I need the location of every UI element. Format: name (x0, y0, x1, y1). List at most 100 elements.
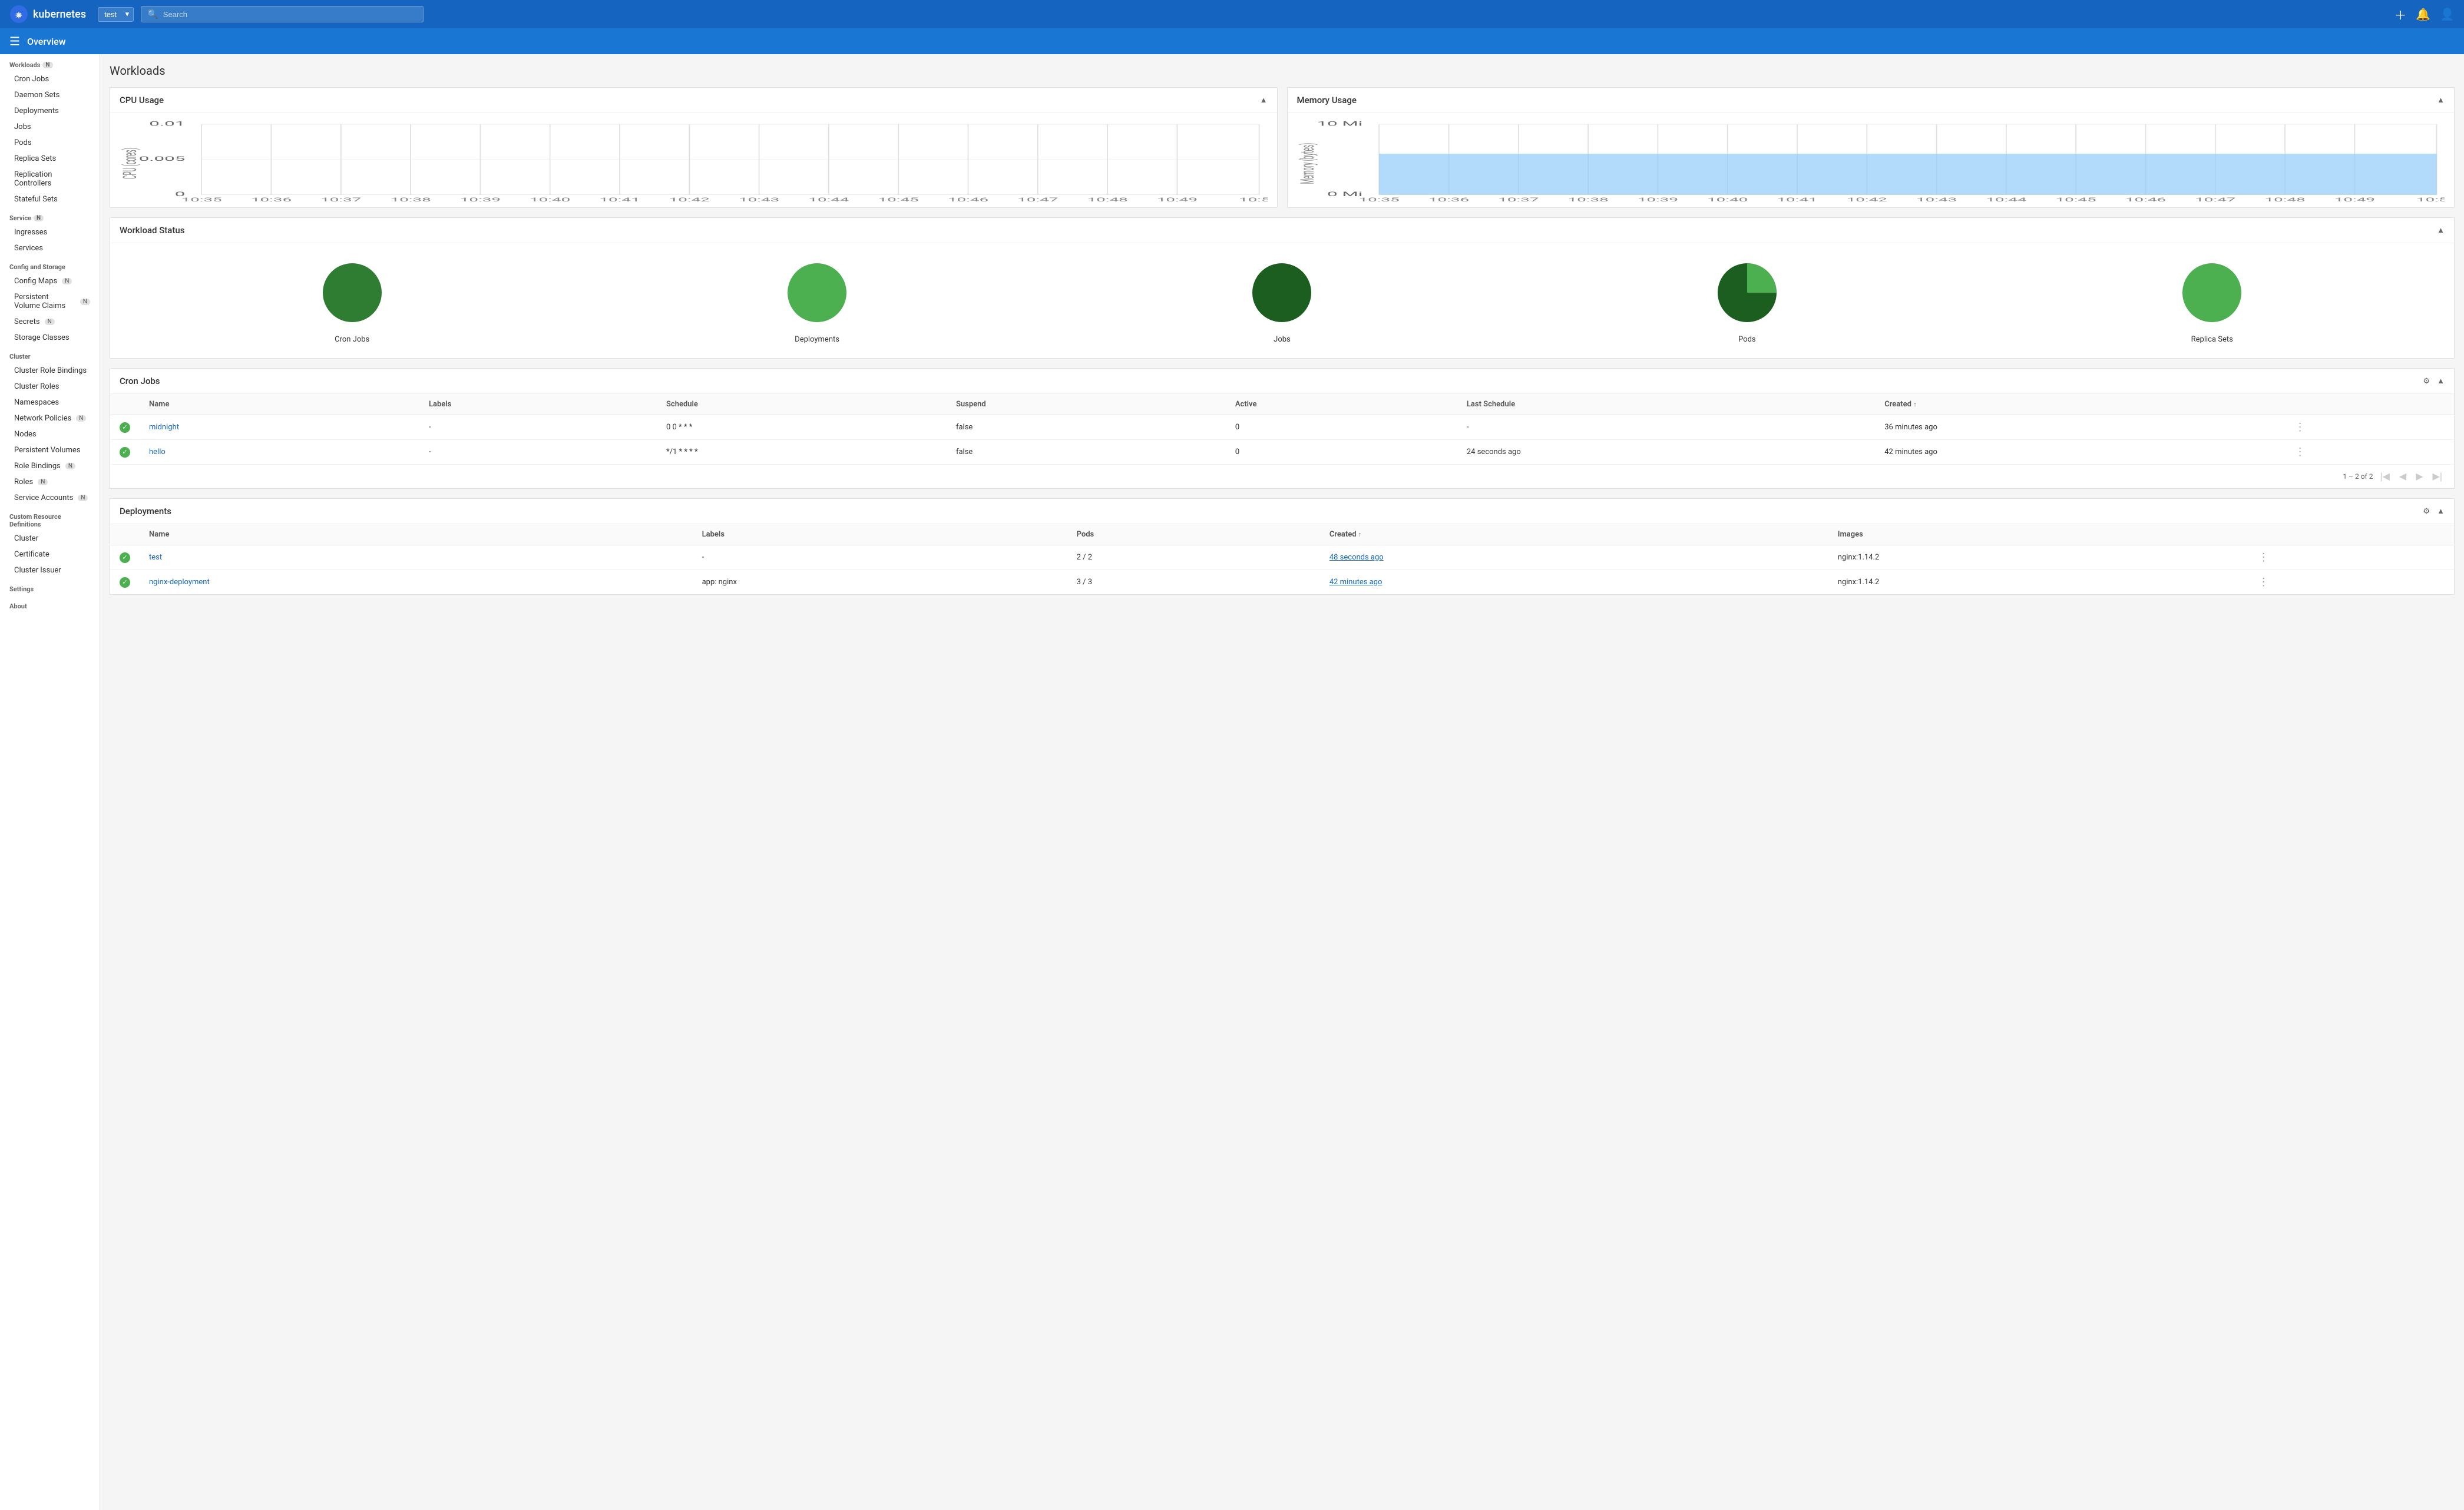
overview-label: Overview (27, 36, 66, 47)
sidebar-item-cluster-role-bindings[interactable]: Cluster Role Bindings (0, 363, 100, 379)
cron-job-midnight-link[interactable]: midnight (149, 423, 179, 432)
sidebar-item-certificate[interactable]: Certificate (0, 547, 100, 562)
search-input[interactable] (163, 10, 417, 19)
cron-jobs-filter-icon[interactable]: ⚙ (2423, 377, 2430, 386)
th-active: Active (1226, 394, 1457, 415)
sidebar-item-service-accounts[interactable]: Service Accounts N (0, 490, 100, 506)
svg-text:10:48: 10:48 (1087, 197, 1127, 203)
sidebar-item-secrets[interactable]: Secrets N (0, 314, 100, 330)
table-row: ✓ test - 2 / 2 48 seconds ago nginx:1.14… (110, 545, 2454, 570)
user-button[interactable]: 👤 (2440, 7, 2455, 22)
svg-text:10:35: 10:35 (181, 197, 222, 203)
add-button[interactable]: ＋ (2394, 6, 2406, 23)
more-icon[interactable]: ⋮ (2258, 551, 2269, 564)
th-created[interactable]: Created ↑ (1875, 394, 2285, 415)
sidebar-item-cluster-roles[interactable]: Cluster Roles (0, 379, 100, 395)
dep-row-more[interactable]: ⋮ (2249, 570, 2454, 595)
workload-status-collapse-icon[interactable]: ▲ (2437, 226, 2445, 235)
sidebar-item-jobs[interactable]: Jobs (0, 119, 100, 135)
prev-page-btn[interactable]: ◀ (2397, 469, 2409, 484)
dep-row-pods: 2 / 2 (1067, 545, 1320, 570)
sidebar-item-services[interactable]: Services (0, 240, 100, 256)
th-dep-created[interactable]: Created ↑ (1320, 524, 1828, 545)
dep-test-created-link[interactable]: 48 seconds ago (1329, 553, 1384, 562)
svg-text:10:48: 10:48 (2264, 197, 2305, 203)
row-name: hello (140, 440, 419, 465)
sidebar-item-cluster-issuer[interactable]: Cluster Issuer (0, 562, 100, 578)
svg-text:10:46: 10:46 (2125, 197, 2165, 203)
sidebar-item-replication-controllers[interactable]: Replication Controllers (0, 167, 100, 191)
svg-text:10:43: 10:43 (739, 197, 779, 203)
donut-deployments: Deployments (782, 257, 852, 344)
cron-jobs-card-header: Cron Jobs ⚙ ▲ (110, 369, 2454, 394)
svg-text:10:44: 10:44 (1986, 197, 2027, 203)
row-more[interactable]: ⋮ (2286, 440, 2454, 465)
memory-chart-header: Memory Usage ▲ (1288, 88, 2455, 113)
memory-chart-area: 10 Mi 0 Mi Memory (bytes) (1288, 113, 2455, 207)
sidebar-item-nodes[interactable]: Nodes (0, 426, 100, 442)
sidebar-item-crd-cluster[interactable]: Cluster (0, 531, 100, 547)
search-icon: 🔍 (147, 9, 158, 19)
top-nav-right: ＋ 🔔 👤 (2394, 6, 2455, 23)
more-icon[interactable]: ⋮ (2258, 576, 2269, 588)
sidebar-item-stateful-sets[interactable]: Stateful Sets (0, 191, 100, 207)
deployments-collapse-icon[interactable]: ▲ (2437, 506, 2445, 516)
sidebar-section-about[interactable]: About (0, 595, 100, 612)
th-name-label[interactable]: Name (140, 394, 419, 415)
sidebar-item-persistent-volumes[interactable]: Persistent Volumes (0, 442, 100, 458)
sidebar-item-deployments[interactable]: Deployments (0, 103, 100, 119)
content: Workloads CPU Usage ▲ 0.01 0.005 0 CPU (… (100, 54, 2464, 1510)
dep-row-status: ✓ (110, 570, 140, 595)
dep-row-pods: 3 / 3 (1067, 570, 1320, 595)
namespace-select[interactable]: test (98, 7, 134, 22)
row-schedule: */1 * * * * (657, 440, 947, 465)
memory-collapse-icon[interactable]: ▲ (2437, 95, 2445, 105)
sidebar-item-namespaces[interactable]: Namespaces (0, 395, 100, 410)
dep-status-check-icon: ✓ (120, 577, 130, 588)
deployments-donut-svg (782, 257, 852, 328)
sidebar-item-storage-classes[interactable]: Storage Classes (0, 330, 100, 346)
svg-text:0.005: 0.005 (139, 155, 186, 163)
sidebar-item-pvc[interactable]: Persistent Volume Claims N (0, 289, 100, 314)
dep-nginx-created-link[interactable]: 42 minutes ago (1329, 578, 1383, 587)
sidebar-item-role-bindings[interactable]: Role Bindings N (0, 458, 100, 474)
sidebar-item-roles[interactable]: Roles N (0, 474, 100, 490)
table-row: ✓ hello - */1 * * * * false 0 24 seconds… (110, 440, 2454, 465)
sidebar-item-cron-jobs[interactable]: Cron Jobs (0, 71, 100, 87)
svg-text:10:50: 10:50 (1239, 197, 1268, 203)
cron-jobs-collapse-icon[interactable]: ▲ (2437, 376, 2445, 386)
row-more[interactable]: ⋮ (2286, 415, 2454, 440)
dep-test-link[interactable]: test (149, 553, 162, 562)
sidebar-section-settings[interactable]: Settings (0, 578, 100, 595)
svg-text:10:37: 10:37 (1498, 197, 1539, 203)
sidebar-item-config-maps[interactable]: Config Maps N (0, 273, 100, 289)
th-dep-labels: Labels (693, 524, 1067, 545)
deployments-filter-icon[interactable]: ⚙ (2423, 507, 2430, 516)
dep-row-more[interactable]: ⋮ (2249, 545, 2454, 570)
namespace-wrapper[interactable]: test (93, 7, 134, 22)
dep-row-name: test (140, 545, 693, 570)
th-dep-name[interactable]: Name (140, 524, 693, 545)
cpu-collapse-icon[interactable]: ▲ (1260, 95, 1268, 105)
sidebar-item-ingresses[interactable]: Ingresses (0, 224, 100, 240)
sidebar-item-daemon-sets[interactable]: Daemon Sets (0, 87, 100, 103)
hamburger-icon[interactable]: ☰ (9, 34, 20, 48)
row-labels: - (419, 440, 657, 465)
dep-nginx-link[interactable]: nginx-deployment (149, 578, 210, 587)
cron-job-hello-link[interactable]: hello (149, 448, 166, 456)
sidebar-section-service: Service N (0, 207, 100, 224)
first-page-btn[interactable]: |◀ (2377, 469, 2392, 484)
sidebar-item-pods[interactable]: Pods (0, 135, 100, 151)
last-page-btn[interactable]: ▶| (2430, 469, 2445, 484)
sidebar-item-network-policies[interactable]: Network Policies N (0, 410, 100, 426)
more-icon[interactable]: ⋮ (2295, 446, 2306, 458)
notifications-button[interactable]: 🔔 (2416, 7, 2430, 22)
more-icon[interactable]: ⋮ (2295, 421, 2306, 433)
donut-replica-sets: Replica Sets (2177, 257, 2247, 344)
search-bar[interactable]: 🔍 (141, 6, 424, 22)
status-check-icon: ✓ (120, 422, 130, 433)
sidebar-section-cluster: Cluster (0, 346, 100, 363)
sidebar-item-replica-sets[interactable]: Replica Sets (0, 151, 100, 167)
next-page-btn[interactable]: ▶ (2413, 469, 2425, 484)
dep-row-status: ✓ (110, 545, 140, 570)
